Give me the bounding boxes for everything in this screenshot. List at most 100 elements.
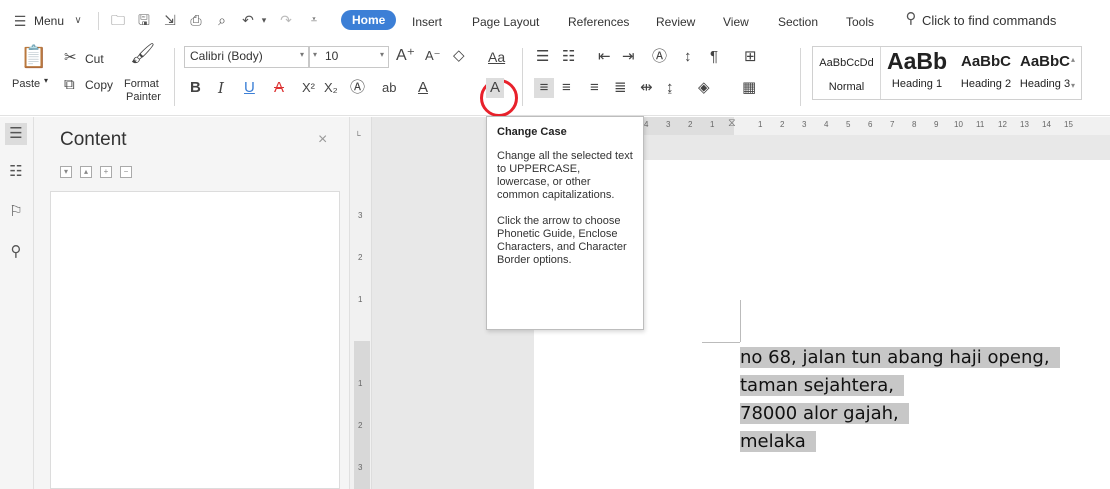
- clear-formatting-icon[interactable]: ◇: [453, 46, 465, 66]
- print-preview-icon[interactable]: ⌕: [214, 12, 230, 28]
- indent-marker-icon[interactable]: ⧖: [728, 117, 736, 130]
- tab-insert[interactable]: Insert: [412, 15, 442, 29]
- style-name: Normal: [828, 81, 865, 93]
- menu-button[interactable]: Menu: [34, 14, 64, 28]
- undo-icon[interactable]: ↶: [240, 12, 256, 28]
- decrease-indent-icon[interactable]: ⇤: [598, 47, 611, 67]
- distributed-icon[interactable]: ⇹: [640, 78, 653, 98]
- justify-icon[interactable]: ≣: [614, 78, 627, 98]
- ruler-tick: 14: [1042, 120, 1051, 129]
- styles-more-icon[interactable]: ▾: [1071, 81, 1075, 90]
- remove-heading-icon[interactable]: −: [120, 166, 132, 178]
- chevron-down-icon: ▾: [379, 50, 384, 59]
- bookmark-icon[interactable]: ⚐: [5, 201, 27, 223]
- tab-view[interactable]: View: [723, 15, 749, 29]
- style-heading-3[interactable]: AaBbC Heading 3: [1019, 47, 1071, 99]
- ruler-tick: 2: [688, 120, 693, 129]
- align-right-icon[interactable]: ≡: [590, 78, 599, 98]
- tab-tools[interactable]: Tools: [846, 15, 874, 29]
- search-commands-input[interactable]: Click to find commands: [922, 13, 1056, 28]
- tab-review[interactable]: Review: [656, 15, 695, 29]
- copy-icon[interactable]: ⧉: [64, 75, 75, 95]
- font-size-select[interactable]: ▾ 10 ▾: [309, 46, 389, 68]
- doc-line[interactable]: no 68, jalan tun abang haji openg,: [740, 347, 1060, 368]
- tab-home[interactable]: Home: [341, 10, 397, 30]
- increase-indent-icon[interactable]: ⇥: [622, 47, 635, 67]
- document-body[interactable]: no 68, jalan tun abang haji openg, taman…: [740, 344, 1060, 456]
- font-color-icon[interactable]: A: [418, 78, 428, 98]
- format-painter-icon[interactable]: 🖌: [130, 44, 155, 64]
- tab-section[interactable]: Section: [778, 15, 818, 29]
- shading-icon[interactable]: ◈: [698, 78, 710, 98]
- redo-icon[interactable]: ↷: [278, 12, 294, 28]
- shrink-font-icon[interactable]: A⁻: [425, 46, 441, 66]
- undo-dropdown-icon[interactable]: ▾: [256, 12, 272, 28]
- hamburger-icon[interactable]: ☰: [12, 13, 28, 29]
- format-painter-label-2[interactable]: Painter: [126, 91, 161, 103]
- numbering-icon[interactable]: ☷: [562, 47, 575, 67]
- style-name: Heading 2: [960, 78, 1012, 90]
- cut-button[interactable]: Cut: [85, 52, 104, 66]
- tab-page-layout[interactable]: Page Layout: [472, 15, 539, 29]
- superscript-icon[interactable]: X²: [302, 78, 315, 98]
- save-icon[interactable]: 🖫: [136, 12, 152, 28]
- divider: [98, 12, 99, 30]
- styles-scroll-up-icon[interactable]: ▴: [1071, 55, 1075, 64]
- asian-layout-icon[interactable]: Ⓐ: [652, 47, 667, 67]
- change-case-icon[interactable]: Aa: [488, 47, 505, 67]
- bullets-icon[interactable]: ☰: [536, 47, 549, 67]
- bold-icon[interactable]: B: [190, 78, 201, 98]
- style-heading-2[interactable]: AaBbC Heading 2: [953, 47, 1019, 99]
- ruler-tick: 7: [890, 120, 895, 129]
- align-center-icon[interactable]: ≡: [562, 78, 571, 98]
- highlight-icon[interactable]: ab: [382, 78, 396, 98]
- chevron-down-icon[interactable]: ∨: [70, 13, 86, 29]
- align-left-icon[interactable]: ≡: [534, 78, 554, 98]
- add-heading-icon[interactable]: +: [100, 166, 112, 178]
- character-shading-icon[interactable]: A: [486, 78, 504, 98]
- borders-icon[interactable]: ▦: [742, 78, 756, 98]
- text-effects-icon[interactable]: Ⓐ: [350, 78, 365, 98]
- customize-quick-access-icon[interactable]: ⩡: [306, 12, 322, 28]
- italic-icon[interactable]: I: [218, 78, 224, 98]
- collapse-icon[interactable]: ▴: [80, 166, 92, 178]
- scissors-icon[interactable]: ✂: [64, 48, 77, 68]
- tooltip-title: Change Case: [497, 126, 567, 138]
- ruler-tick: 1: [358, 379, 363, 388]
- search-icon[interactable]: ⚲: [903, 11, 919, 27]
- tab-references[interactable]: References: [568, 15, 629, 29]
- doc-line[interactable]: taman sejahtera,: [740, 375, 904, 396]
- print-icon[interactable]: ⎙: [188, 12, 204, 28]
- show-marks-icon[interactable]: ¶: [710, 47, 718, 67]
- style-normal[interactable]: AaBbCcDd Normal: [813, 47, 881, 99]
- table-icon[interactable]: ⊞: [744, 47, 757, 67]
- font-name-select[interactable]: Calibri (Body) ▾: [184, 46, 309, 68]
- strikethrough-icon[interactable]: A: [274, 78, 284, 98]
- open-folder-icon[interactable]: 🗀: [110, 12, 126, 28]
- font-name-value: Calibri (Body): [190, 49, 263, 63]
- style-heading-1[interactable]: AaBb Heading 1: [883, 47, 951, 99]
- ruler-tick: 8: [912, 120, 917, 129]
- tooltip-description: Change all the selected text to UPPERCAS…: [497, 150, 633, 201]
- ribbon: 📋 Paste ▾ ✂ Cut ⧉ Copy 🖌 Format Painter …: [0, 42, 1110, 117]
- line-spacing-icon[interactable]: ↨: [666, 78, 674, 98]
- underline-icon[interactable]: U: [244, 78, 255, 98]
- paste-dropdown-icon[interactable]: ▾: [44, 76, 48, 85]
- outline-list[interactable]: [50, 191, 340, 489]
- grow-font-icon[interactable]: A⁺: [396, 46, 415, 66]
- navigation-pane-icon[interactable]: ☰: [5, 123, 27, 145]
- paste-button[interactable]: Paste: [12, 78, 40, 90]
- copy-button[interactable]: Copy: [85, 78, 113, 92]
- close-icon[interactable]: ×: [318, 131, 327, 149]
- outline-icon[interactable]: ☷: [5, 161, 27, 183]
- style-name: Heading 1: [891, 78, 943, 90]
- export-icon[interactable]: ⇲: [162, 12, 178, 28]
- expand-icon[interactable]: ▾: [60, 166, 72, 178]
- find-icon[interactable]: ⚲: [5, 241, 27, 263]
- sort-icon[interactable]: ↕: [684, 47, 692, 67]
- doc-line[interactable]: 78000 alor gajah,: [740, 403, 909, 424]
- subscript-icon[interactable]: X₂: [324, 78, 338, 98]
- doc-line[interactable]: melaka: [740, 431, 816, 452]
- format-painter-label-1[interactable]: Format: [124, 78, 159, 90]
- paste-icon[interactable]: 📋: [20, 46, 47, 68]
